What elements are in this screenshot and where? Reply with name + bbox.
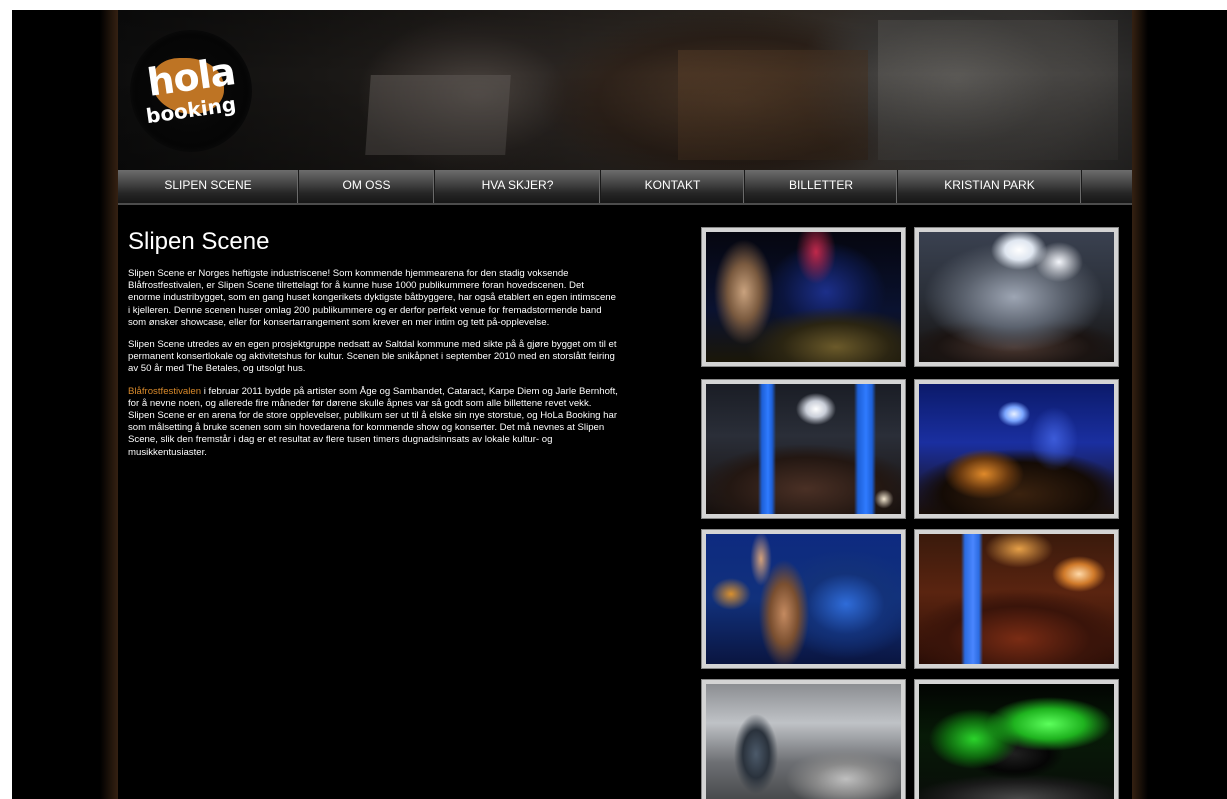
gallery-photo-band-in-smoke[interactable] — [915, 228, 1118, 366]
body-text: i februar 2011 bydde på artister som Åge… — [128, 385, 618, 458]
photo-image — [919, 534, 1114, 664]
body-paragraph: Slipen Scene utredes av en egen prosjekt… — [128, 339, 617, 375]
photo-image — [706, 384, 901, 514]
photo-image — [706, 684, 901, 799]
nav-item-billetter[interactable]: BILLETTER — [745, 170, 898, 203]
page-frame: hola booking SLIPEN SCENE OM OSS HVA SKJ… — [12, 10, 1227, 799]
header-banner: hola booking — [118, 10, 1132, 170]
photo-image — [919, 232, 1114, 362]
main-content: Slipen Scene Slipen Scene er Norges heft… — [128, 228, 618, 469]
nav-item-hva-skjer[interactable]: HVA SKJER? — [435, 170, 601, 203]
right-border-glow — [1130, 10, 1148, 799]
left-border-glow — [100, 10, 120, 799]
body-paragraph: Slipen Scene er Norges heftigste industr… — [128, 268, 616, 328]
photo-image — [706, 232, 901, 362]
gallery-photo-crowd-stage-lights[interactable] — [915, 530, 1118, 668]
blafrostfestivalen-link[interactable]: Blåfrostfestivalen — [128, 386, 201, 397]
gallery-photo-workers-in-hall[interactable] — [702, 680, 905, 799]
photo-image — [919, 684, 1114, 799]
photo-image — [706, 534, 901, 664]
nav-item-kontakt[interactable]: KONTAKT — [601, 170, 745, 203]
gallery-photo-singer-on-stage[interactable] — [702, 228, 905, 366]
page-container: hola booking SLIPEN SCENE OM OSS HVA SKJ… — [118, 10, 1132, 799]
nav-item-om-oss[interactable]: OM OSS — [299, 170, 435, 203]
banner-shade — [118, 10, 1132, 170]
body-paragraph: Blåfrostfestivalen i februar 2011 bydde … — [128, 386, 618, 459]
photo-image — [919, 384, 1114, 514]
page-title: Slipen Scene — [128, 228, 270, 255]
main-navigation: SLIPEN SCENE OM OSS HVA SKJER? KONTAKT B… — [118, 170, 1132, 205]
nav-item-kristian-park[interactable]: KRISTIAN PARK — [898, 170, 1082, 203]
gallery-photo-crowd-blue-pillars[interactable] — [702, 380, 905, 518]
gallery-photo-blue-light-show[interactable] — [915, 380, 1118, 518]
hola-booking-logo[interactable]: hola booking — [130, 30, 252, 152]
nav-item-slipen-scene[interactable]: SLIPEN SCENE — [118, 170, 299, 203]
gallery-photo-green-building-stage[interactable] — [915, 680, 1118, 799]
gallery-photo-singer-raised-fist[interactable] — [702, 530, 905, 668]
